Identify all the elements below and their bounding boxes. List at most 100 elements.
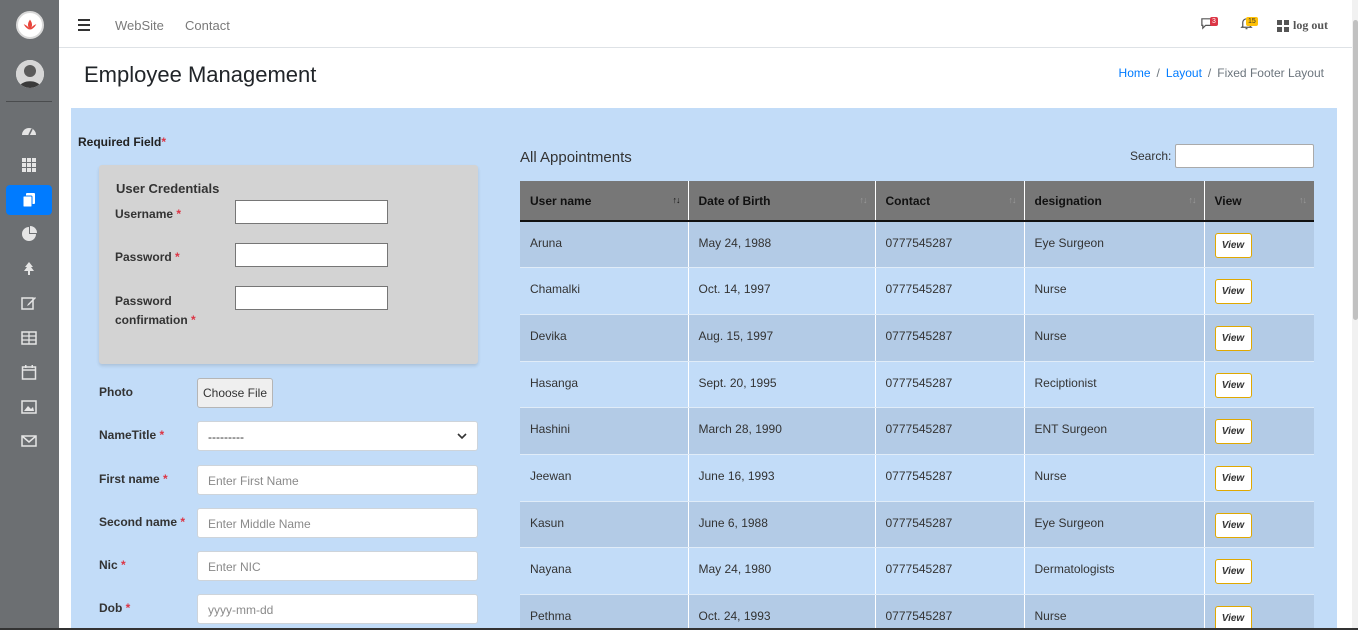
copy-icon [22,193,35,208]
cell-designation: Nurse [1024,267,1205,315]
chevron-down-icon [457,433,467,440]
cell-contact: 0777545287 [875,314,1025,362]
cell-dob: Aug. 15, 1997 [688,314,876,362]
view-button[interactable]: View [1214,465,1252,491]
cell-username: Hasanga [520,361,689,409]
view-button[interactable]: View [1214,372,1252,398]
breadcrumb-current: Fixed Footer Layout [1217,66,1324,80]
sidebar-item-grid[interactable] [6,150,52,180]
first-name-input[interactable]: Enter First Name [197,465,478,495]
username-label: Username * [115,207,182,221]
search-input[interactable] [1175,144,1314,168]
pie-chart-icon [22,226,37,241]
menu-toggle-icon[interactable] [78,19,90,33]
required-field-label: Required Field* [78,135,167,149]
column-header-username[interactable]: User name ↑↓ [520,181,689,222]
nametitle-value: --------- [208,430,244,444]
column-header-dob[interactable]: Date of Birth ↑↓ [688,181,876,222]
sidebar-item-charts[interactable] [6,219,52,249]
cell-contact: 0777545287 [875,361,1025,409]
username-input[interactable] [235,200,388,224]
cell-view: View [1204,594,1314,630]
cell-dob: June 16, 1993 [688,454,876,502]
cell-designation: Eye Surgeon [1024,501,1205,549]
sidebar-divider [6,101,52,102]
dob-input[interactable]: yyyy-mm-dd [197,594,478,624]
sidebar-item-tree[interactable] [6,254,52,284]
envelope-icon [21,435,37,447]
sidebar-item-dashboard[interactable] [6,116,52,146]
sidebar-item-tables[interactable] [6,323,52,353]
page-scrollbar[interactable] [1352,0,1358,630]
sort-icon: ↑↓ [859,195,868,205]
choose-file-button[interactable]: Choose File [197,378,273,408]
user-avatar[interactable] [16,60,44,88]
table-row: Nayana May 24, 1980 0777545287 Dermatologis… [520,547,1314,595]
cell-dob: March 28, 1990 [688,407,876,455]
column-header-designation[interactable]: designation ↑↓ [1024,181,1205,222]
sidebar-item-edit[interactable] [6,288,52,318]
breadcrumb-layout[interactable]: Layout [1166,66,1202,80]
cell-designation: Eye Surgeon [1024,221,1205,269]
cell-contact: 0777545287 [875,594,1025,630]
nametitle-select[interactable]: --------- [197,421,478,451]
table-row: Devika Aug. 15, 1997 0777545287 Nurse View [520,314,1314,362]
view-button[interactable]: View [1214,606,1252,630]
table-row: Chamalki Oct. 14, 1997 0777545287 Nurse View [520,267,1314,315]
grid-icon [1277,19,1289,32]
view-button[interactable]: View [1214,279,1252,305]
top-navbar: WebSite Contact 3 15 log out [59,4,1352,48]
cell-contact: 0777545287 [875,267,1025,315]
breadcrumb-home[interactable]: Home [1119,66,1151,80]
cell-username: Jeewan [520,454,689,502]
view-button[interactable]: View [1214,419,1252,445]
logout-button[interactable]: log out [1277,18,1328,33]
nic-label: Nic * [99,558,126,572]
cell-contact: 0777545287 [875,454,1025,502]
nav-link-website[interactable]: WebSite [115,18,164,33]
cell-designation: ENT Surgeon [1024,407,1205,455]
nic-input[interactable]: Enter NIC [197,551,478,581]
cell-username: Hashini [520,407,689,455]
column-header-view[interactable]: View ↑↓ [1204,181,1314,222]
sidebar-item-mail[interactable] [6,426,52,456]
cell-contact: 0777545287 [875,501,1025,549]
sidebar-item-copy[interactable] [6,185,52,215]
nav-link-contact[interactable]: Contact [185,18,230,33]
cell-username: Devika [520,314,689,362]
cell-contact: 0777545287 [875,407,1025,455]
view-button[interactable]: View [1214,512,1252,538]
table-icon [21,331,37,345]
password-confirmation-input[interactable] [235,286,388,310]
notifications-button[interactable]: 15 [1239,16,1258,34]
cell-designation: Dermatologists [1024,547,1205,595]
cell-designation: Nurse [1024,314,1205,362]
view-button[interactable]: View [1214,233,1252,258]
credentials-title: User Credentials [116,181,220,196]
cell-designation: Nurse [1024,594,1205,630]
image-icon [21,400,37,414]
messages-button[interactable]: 3 [1200,16,1218,34]
second-name-input[interactable]: Enter Middle Name [197,508,478,538]
first-name-label: First name * [99,472,168,486]
sidebar-item-gallery[interactable] [6,392,52,422]
sidebar-item-calendar[interactable] [6,357,52,387]
cell-view: View [1204,221,1314,269]
brand-logo[interactable] [16,11,44,39]
avatar-image [16,60,44,88]
view-button[interactable]: View [1214,559,1252,585]
cell-dob: May 24, 1980 [688,547,876,595]
cell-username: Nayana [520,547,689,595]
cell-view: View [1204,361,1314,409]
logout-label: log out [1293,18,1329,32]
table-row: Hasanga Sept. 20, 1995 0777545287 Reciption… [520,361,1314,409]
sort-icon: ↑↓ [1008,195,1017,205]
cell-username: Pethma [520,594,689,630]
lotus-icon [23,19,37,30]
calendar-icon [21,365,37,380]
search-label: Search: [1130,149,1172,163]
view-button[interactable]: View [1214,325,1252,351]
sidebar [0,0,59,630]
column-header-contact[interactable]: Contact ↑↓ [875,181,1025,222]
password-input[interactable] [235,243,388,267]
